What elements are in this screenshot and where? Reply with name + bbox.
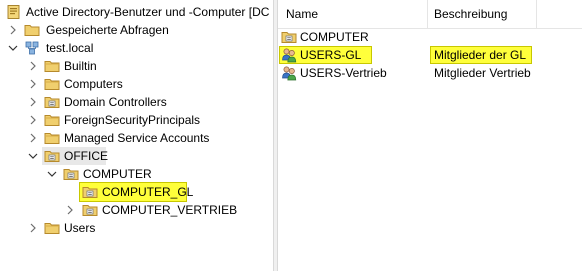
tree-item-label: COMPUTER <box>83 167 152 181</box>
tree-item-computer-vertrieb[interactable]: COMPUTER_VERTRIEB <box>0 201 273 219</box>
tree-item-label: Builtin <box>64 59 97 73</box>
ou-folder-icon <box>82 184 98 200</box>
list-row[interactable]: USERS-GL Mitglieder der GL <box>278 46 582 64</box>
tree-root[interactable]: Active Directory-Benutzer und -Computer … <box>0 3 273 21</box>
folder-icon <box>44 130 60 146</box>
tree-item-computer-gl[interactable]: COMPUTER_GL <box>0 182 273 202</box>
list-cell-description: Mitglieder der GL <box>434 48 527 62</box>
folder-icon <box>44 76 60 92</box>
folder-icon <box>44 220 60 236</box>
chevron-down-icon[interactable] <box>46 168 58 180</box>
chevron-right-icon[interactable] <box>27 60 39 72</box>
column-divider[interactable] <box>427 0 428 28</box>
tree-item-builtin[interactable]: Builtin <box>0 57 273 75</box>
group-icon <box>281 65 297 81</box>
list-cell-name: COMPUTER <box>300 30 369 44</box>
tree-item-domain-controllers[interactable]: Domain Controllers <box>0 93 273 111</box>
tree-item-label: ForeignSecurityPrincipals <box>64 113 201 127</box>
tree-item-label: COMPUTER_VERTRIEB <box>102 203 238 217</box>
domain-icon <box>24 40 40 56</box>
tree-item-label: COMPUTER_GL <box>102 185 194 199</box>
tree-item-label: Managed Service Accounts <box>64 131 210 145</box>
tree-root-label: Active Directory-Benutzer und -Computer … <box>26 5 270 19</box>
list-cell-name: USERS-Vertrieb <box>300 66 387 80</box>
tree-item-label: test.local <box>46 41 94 55</box>
column-header-name[interactable]: Name <box>286 7 318 21</box>
list-row[interactable]: COMPUTER <box>278 28 582 46</box>
tree-item-computers[interactable]: Computers <box>0 75 273 93</box>
chevron-right-icon[interactable] <box>27 114 39 126</box>
tree-item-label: Gespeicherte Abfragen <box>46 23 169 37</box>
tree-item-saved-queries[interactable]: Gespeicherte Abfragen <box>0 21 273 39</box>
chevron-right-icon[interactable] <box>27 222 39 234</box>
tree-item-foreign-security-principals[interactable]: ForeignSecurityPrincipals <box>0 111 273 129</box>
list-cell-name: USERS-GL <box>300 48 362 62</box>
group-icon <box>281 47 297 63</box>
tree-item-office-computer[interactable]: COMPUTER <box>0 165 273 183</box>
ou-folder-icon <box>44 148 60 164</box>
folder-icon <box>44 58 60 74</box>
tree-pane[interactable]: Active Directory-Benutzer und -Computer … <box>0 0 273 271</box>
column-divider[interactable] <box>536 0 537 28</box>
chevron-right-icon[interactable] <box>7 24 19 36</box>
tree-item-label: OFFICE <box>64 149 108 163</box>
column-header-description[interactable]: Beschreibung <box>434 7 507 21</box>
chevron-right-icon[interactable] <box>64 204 76 216</box>
ou-folder-icon <box>63 166 79 182</box>
ou-folder-icon <box>281 29 297 45</box>
ou-folder-icon <box>44 94 60 110</box>
ou-folder-icon <box>82 202 98 218</box>
list-cell-description: Mitglieder Vertrieb <box>434 66 531 80</box>
tree-item-users[interactable]: Users <box>0 219 273 237</box>
aduc-console-icon <box>6 4 22 20</box>
tree-item-label: Domain Controllers <box>64 95 167 109</box>
chevron-right-icon[interactable] <box>27 132 39 144</box>
tree-item-office[interactable]: OFFICE <box>0 147 273 165</box>
chevron-down-icon[interactable] <box>27 150 39 162</box>
folder-icon <box>44 112 60 128</box>
tree-item-label: Users <box>64 221 96 235</box>
tree-item-domain[interactable]: test.local <box>0 39 273 57</box>
list-row[interactable]: USERS-Vertrieb Mitglieder Vertrieb <box>278 64 582 82</box>
details-pane[interactable]: Name Beschreibung COMPUTER USERS-GL Mitg… <box>278 0 582 271</box>
chevron-down-icon[interactable] <box>7 42 19 54</box>
tree-item-managed-service-accounts[interactable]: Managed Service Accounts <box>0 129 273 147</box>
saved-queries-folder-icon <box>24 22 40 38</box>
chevron-right-icon[interactable] <box>27 78 39 90</box>
tree-item-label: Computers <box>64 77 123 91</box>
list-header: Name Beschreibung <box>278 0 582 29</box>
chevron-right-icon[interactable] <box>27 96 39 108</box>
